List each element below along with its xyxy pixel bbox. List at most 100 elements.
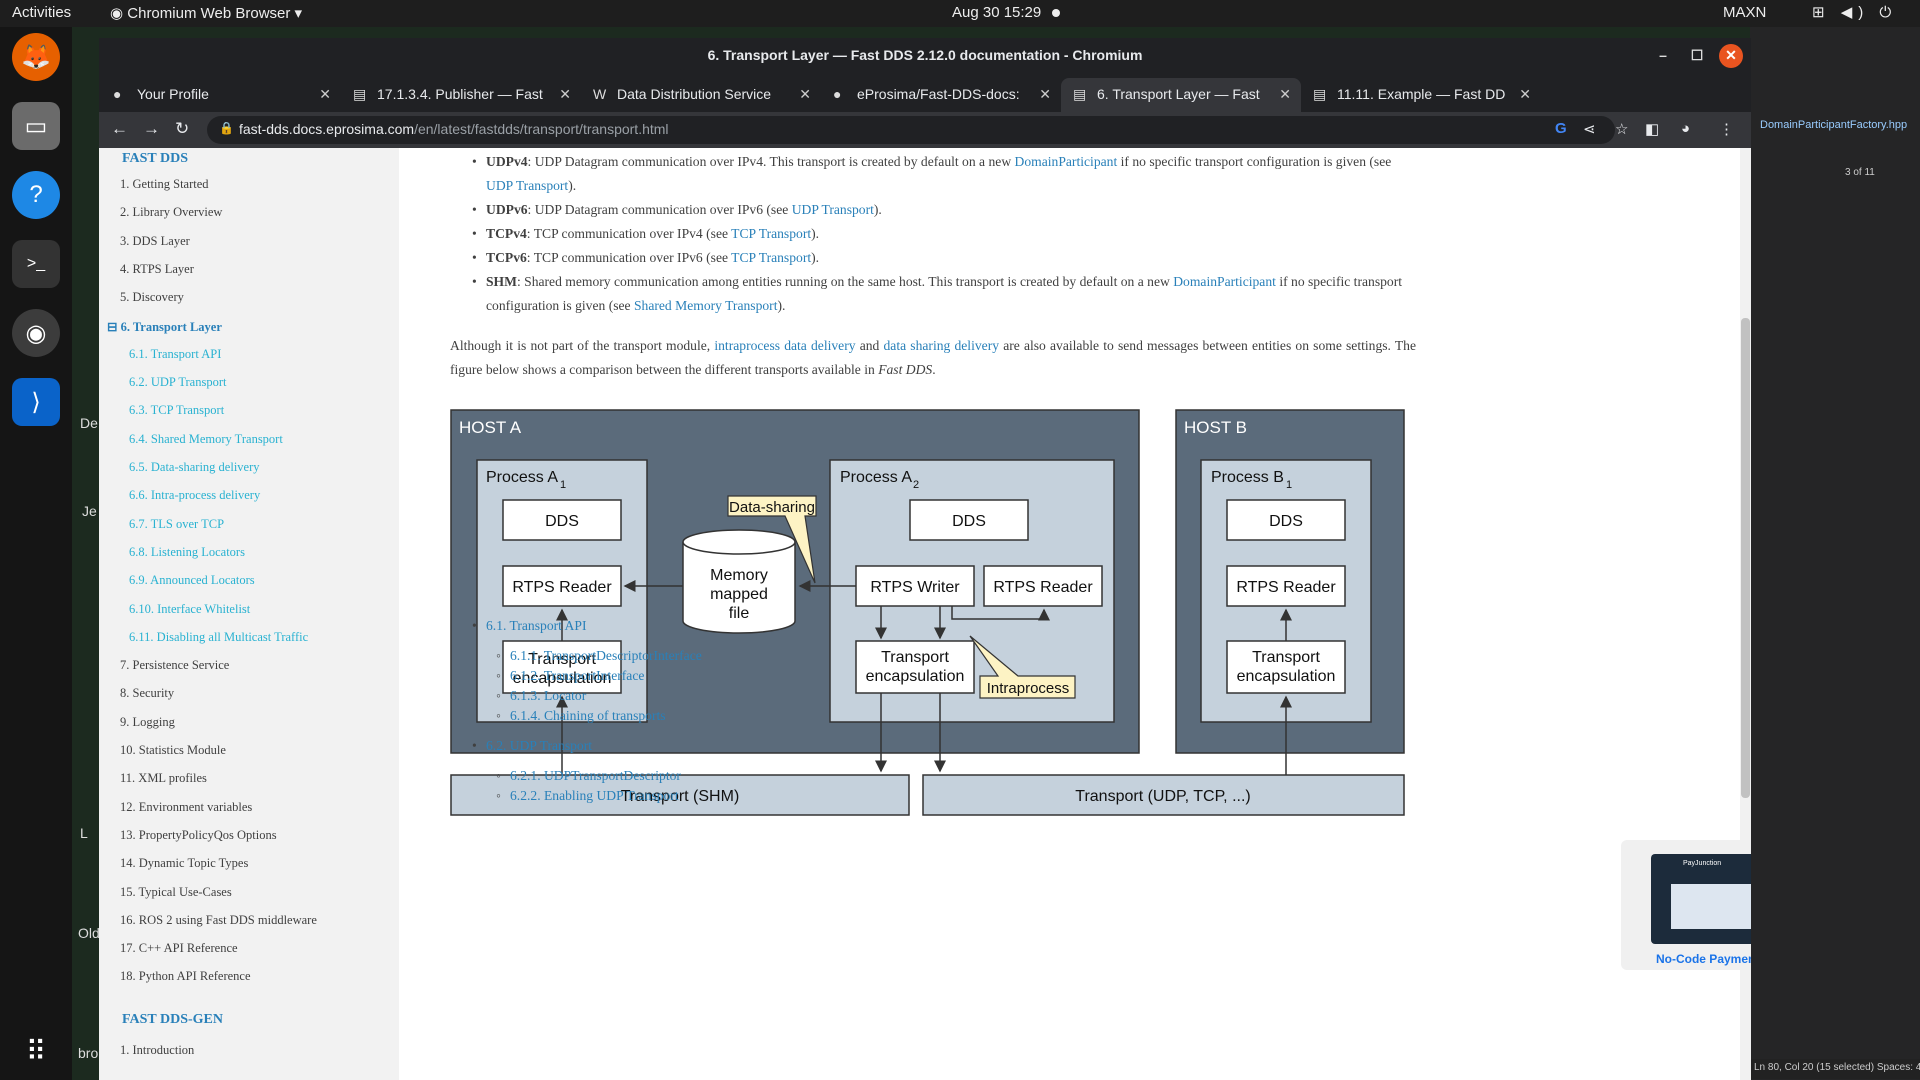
power-mode-indicator[interactable]: MAXN bbox=[1723, 4, 1766, 21]
side-panel-icon[interactable]: ◧ bbox=[1645, 120, 1659, 138]
help-icon[interactable]: ? bbox=[12, 171, 60, 219]
sidebar-item[interactable]: 18. Python API Reference bbox=[120, 969, 251, 984]
maximize-button[interactable]: ☐ bbox=[1685, 44, 1709, 68]
toc-link[interactable]: 6.1.4. Chaining of transports bbox=[496, 708, 666, 724]
sidebar-item[interactable]: 1. Getting Started bbox=[120, 177, 209, 192]
sidebar-item[interactable]: 9. Logging bbox=[120, 715, 175, 730]
ad-image[interactable]: PayJunction bbox=[1651, 854, 1751, 944]
toc-link[interactable]: 6.1.2. TransportInterface bbox=[496, 668, 644, 684]
reload-icon[interactable]: ↻ bbox=[175, 119, 189, 139]
activities-button[interactable]: Activities bbox=[12, 4, 71, 21]
clock[interactable]: Aug 30 15:29 bbox=[952, 4, 1041, 21]
chromium-dock-icon[interactable]: ◉ bbox=[12, 309, 60, 357]
sidebar-item[interactable]: 14. Dynamic Topic Types bbox=[120, 856, 248, 871]
app-menu[interactable]: ◉ Chromium Web Browser ▾ bbox=[110, 4, 302, 22]
window-titlebar[interactable]: 6. Transport Layer — Fast DDS 2.12.0 doc… bbox=[99, 38, 1751, 74]
bookmark-star-icon[interactable]: ☆ bbox=[1615, 120, 1628, 138]
process-a2-label: Process A bbox=[840, 469, 912, 486]
tab-dds-wikipedia[interactable]: W Data Distribution Service ✕ bbox=[581, 78, 821, 112]
doc-link[interactable]: Shared Memory Transport bbox=[634, 298, 777, 313]
sidebar-item[interactable]: 11. XML profiles bbox=[120, 771, 207, 786]
toc-link[interactable]: 6.2.1. UDPTransportDescriptor bbox=[496, 768, 681, 784]
files-icon[interactable]: ▭ bbox=[12, 102, 60, 150]
wikipedia-icon: W bbox=[593, 86, 607, 102]
sidebar-item[interactable]: 16. ROS 2 using Fast DDS middleware bbox=[120, 913, 317, 928]
doc-link[interactable]: intraprocess data delivery bbox=[714, 338, 855, 353]
sidebar-subitem[interactable]: 6.6. Intra-process delivery bbox=[129, 488, 260, 503]
sidebar-item[interactable]: 2. Library Overview bbox=[120, 205, 222, 220]
tab-label: 11.11. Example — Fast DD bbox=[1337, 86, 1506, 102]
sidebar-item[interactable]: 15. Typical Use-Cases bbox=[120, 885, 232, 900]
share-icon[interactable]: ⋖ bbox=[1583, 120, 1596, 138]
tab-fast-dds-docs-github[interactable]: ● eProsima/Fast-DDS-docs: ✕ bbox=[821, 78, 1061, 112]
toc-link[interactable]: 6.1. Transport API bbox=[472, 618, 587, 634]
doc-link[interactable]: data sharing delivery bbox=[884, 338, 1000, 353]
minimize-button[interactable]: – bbox=[1651, 44, 1675, 68]
forward-icon[interactable]: → bbox=[143, 119, 160, 139]
dds-label: DDS bbox=[952, 513, 986, 530]
tab-transport-layer[interactable]: ▤ 6. Transport Layer — Fast ✕ bbox=[1061, 78, 1301, 112]
sidebar-item[interactable]: 7. Persistence Service bbox=[120, 658, 229, 673]
sidebar-subitem[interactable]: 6.4. Shared Memory Transport bbox=[129, 432, 283, 447]
sidebar-subitem[interactable]: 6.5. Data-sharing delivery bbox=[129, 460, 260, 475]
doc-link[interactable]: TCP Transport bbox=[731, 250, 811, 265]
google-lens-icon[interactable]: G bbox=[1555, 120, 1567, 137]
terminal-icon[interactable]: >_ bbox=[12, 240, 60, 288]
tab-your-profile[interactable]: ● Your Profile ✕ bbox=[101, 78, 341, 112]
profile-avatar-icon[interactable]: ◕ bbox=[1681, 120, 1690, 137]
bullet-text: ). bbox=[568, 178, 577, 193]
close-tab-icon[interactable]: ✕ bbox=[799, 86, 811, 103]
sidebar-item-current[interactable]: ⊟ 6. Transport Layer bbox=[107, 319, 222, 335]
close-button[interactable]: ✕ bbox=[1719, 44, 1743, 68]
sidebar-subitem[interactable]: 6.7. TLS over TCP bbox=[129, 517, 224, 532]
tab-publisher[interactable]: ▤ 17.1.3.4. Publisher — Fast ✕ bbox=[341, 78, 581, 112]
sidebar-item[interactable]: 1. Introduction bbox=[120, 1043, 194, 1058]
sidebar-item[interactable]: 5. Discovery bbox=[120, 290, 184, 305]
sidebar-subitem[interactable]: 6.1. Transport API bbox=[129, 347, 221, 362]
close-tab-icon[interactable]: ✕ bbox=[319, 86, 331, 103]
lock-icon[interactable]: 🔒 bbox=[219, 121, 234, 135]
firefox-icon[interactable]: 🦊 bbox=[12, 33, 60, 81]
tab-example[interactable]: ▤ 11.11. Example — Fast DD ✕ bbox=[1301, 78, 1541, 112]
toc-link[interactable]: 6.2. UDP Transport bbox=[472, 738, 592, 754]
scrollbar-thumb[interactable] bbox=[1741, 318, 1750, 798]
collapse-icon[interactable]: ⊟ bbox=[107, 320, 121, 334]
back-icon[interactable]: ← bbox=[111, 119, 128, 139]
doc-link[interactable]: UDP Transport bbox=[792, 202, 874, 217]
ad-card[interactable]: ✕ PayJunction No-Code Payments bbox=[1621, 840, 1751, 970]
show-apps-icon[interactable]: ⠿ bbox=[12, 1027, 60, 1075]
sidebar-item[interactable]: 4. RTPS Layer bbox=[120, 262, 194, 277]
sidebar-subitem[interactable]: 6.9. Announced Locators bbox=[129, 573, 255, 588]
sidebar-item[interactable]: 13. PropertyPolicyQos Options bbox=[120, 828, 277, 843]
close-tab-icon[interactable]: ✕ bbox=[559, 86, 571, 103]
editor-tab[interactable]: DomainParticipantFactory.hpp bbox=[1760, 119, 1907, 131]
toc-link[interactable]: 6.1.1. TransportDescriptorInterface bbox=[496, 648, 702, 664]
close-tab-icon[interactable]: ✕ bbox=[1039, 86, 1051, 103]
close-tab-icon[interactable]: ✕ bbox=[1519, 86, 1531, 103]
doc-link[interactable]: TCP Transport bbox=[731, 226, 811, 241]
dock: 🦊 ▭ ? >_ ◉ ⟩ ⠿ bbox=[0, 27, 72, 1080]
vscode-icon[interactable]: ⟩ bbox=[12, 378, 60, 426]
sidebar-item[interactable]: 8. Security bbox=[120, 686, 174, 701]
doc-link[interactable]: DomainParticipant bbox=[1173, 274, 1276, 289]
sidebar-item[interactable]: 10. Statistics Module bbox=[120, 743, 226, 758]
dds-label: DDS bbox=[1269, 513, 1303, 530]
sidebar-item[interactable]: 3. DDS Layer bbox=[120, 234, 190, 249]
sidebar-subitem[interactable]: 6.8. Listening Locators bbox=[129, 545, 245, 560]
toc-link[interactable]: 6.2.2. Enabling UDP Transport bbox=[496, 788, 679, 804]
sidebar-subitem[interactable]: 6.11. Disabling all Multicast Traffic bbox=[129, 630, 308, 645]
transport-bullet: SHM: Shared memory communication among e… bbox=[472, 270, 1416, 318]
menu-icon[interactable]: ⋮ bbox=[1719, 120, 1734, 138]
toc-link[interactable]: 6.1.3. Locator bbox=[496, 688, 586, 704]
ad-caption[interactable]: No-Code Payments bbox=[1621, 952, 1751, 966]
doc-link[interactable]: DomainParticipant bbox=[1015, 154, 1118, 169]
doc-link[interactable]: UDP Transport bbox=[486, 178, 568, 193]
close-tab-icon[interactable]: ✕ bbox=[1279, 86, 1291, 103]
sidebar-subitem[interactable]: 6.2. UDP Transport bbox=[129, 375, 226, 390]
sidebar-item[interactable]: 17. C++ API Reference bbox=[120, 941, 238, 956]
sidebar-subitem[interactable]: 6.3. TCP Transport bbox=[129, 403, 224, 418]
sidebar-item[interactable]: 12. Environment variables bbox=[120, 800, 252, 815]
sidebar-subitem[interactable]: 6.10. Interface Whitelist bbox=[129, 602, 250, 617]
address-bar[interactable]: 🔒 fast-dds.docs.eprosima.com/en/latest/f… bbox=[207, 116, 1615, 144]
memory-file-cylinder-top bbox=[682, 529, 796, 555]
